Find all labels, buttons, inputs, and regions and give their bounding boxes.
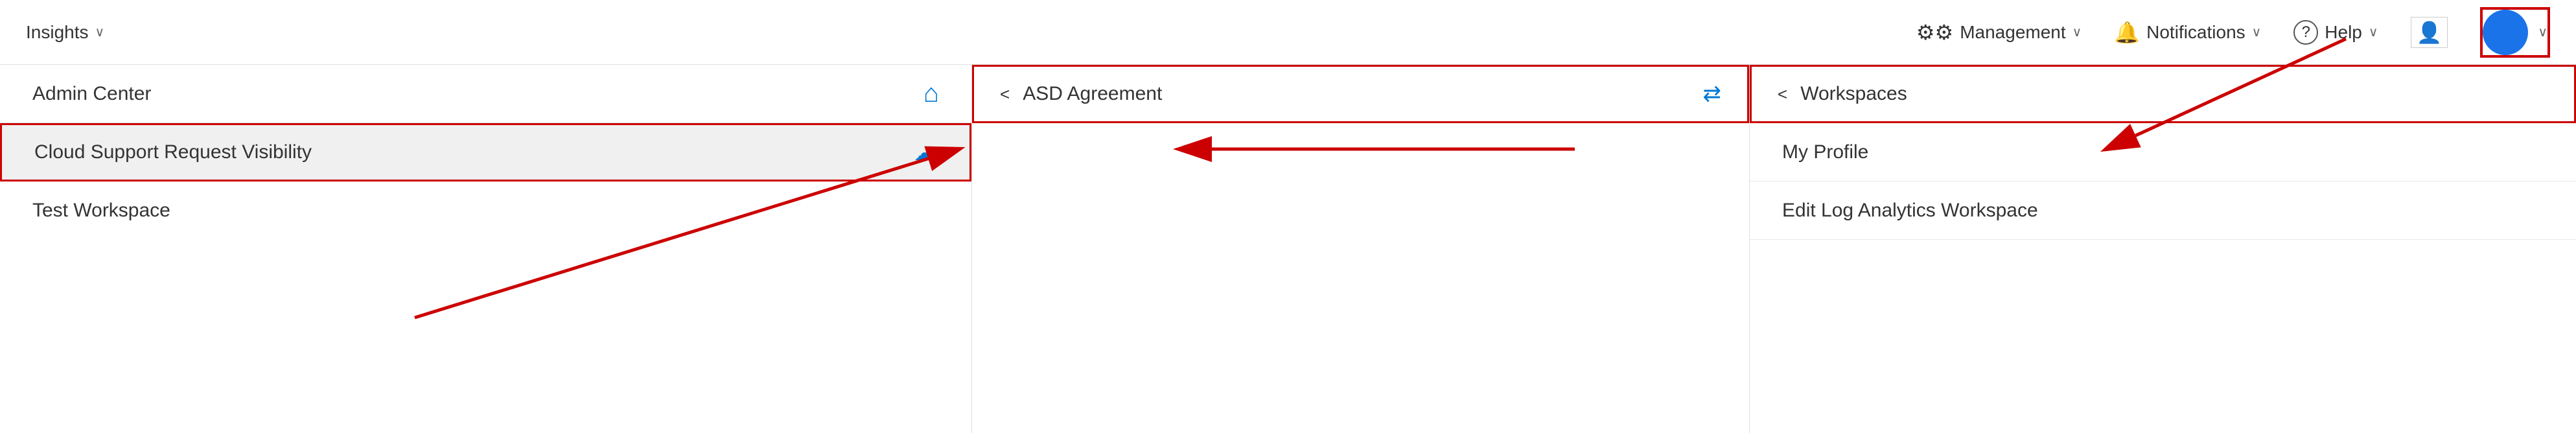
my-profile-label: My Profile xyxy=(1782,141,1868,163)
user-placeholder-icon[interactable]: 👤 xyxy=(2411,17,2448,48)
asd-agreement-header: < ASD Agreement ⇄ xyxy=(972,65,1749,123)
left-panel: Admin Center ⌂ Cloud Support Request Vis… xyxy=(0,65,972,433)
person-icon: 👤 xyxy=(2417,20,2443,45)
help-label: Help xyxy=(2325,22,2362,43)
user-section[interactable]: ∨ xyxy=(2480,7,2550,58)
help-icon: ? xyxy=(2293,20,2318,45)
workspaces-back-chevron-icon[interactable]: < xyxy=(1778,84,1787,104)
edit-log-analytics-nav-item[interactable]: Edit Log Analytics Workspace xyxy=(1750,181,2576,240)
bell-icon: 🔔 xyxy=(2114,20,2140,45)
insights-nav[interactable]: Insights ∨ xyxy=(26,22,104,43)
notifications-nav[interactable]: 🔔 Notifications ∨ xyxy=(2114,20,2261,45)
help-nav[interactable]: ? Help ∨ xyxy=(2293,20,2378,45)
help-chevron-icon: ∨ xyxy=(2369,24,2378,40)
test-workspace-label: Test Workspace xyxy=(32,200,170,222)
avatar xyxy=(2483,10,2528,55)
edit-log-analytics-label: Edit Log Analytics Workspace xyxy=(1782,200,2038,222)
cloud-support-nav-item[interactable]: Cloud Support Request Visibility ☁ xyxy=(0,123,971,181)
test-workspace-nav-item[interactable]: Test Workspace xyxy=(0,181,971,240)
admin-center-header: Admin Center ⌂ xyxy=(0,65,971,123)
notifications-chevron-icon: ∨ xyxy=(2252,24,2262,40)
insights-chevron-icon: ∨ xyxy=(95,24,105,40)
cloud-icon: ☁ xyxy=(914,139,937,166)
user-chevron-icon: ∨ xyxy=(2538,24,2547,40)
gear-icon: ⚙⚙ xyxy=(1916,20,1953,45)
asd-back-chevron-icon[interactable]: < xyxy=(1000,84,1010,104)
management-label: Management xyxy=(1960,22,2065,43)
my-profile-nav-item[interactable]: My Profile xyxy=(1750,123,2576,181)
right-panel: < Workspaces My Profile Edit Log Analyti… xyxy=(1750,65,2576,433)
workspaces-header: < Workspaces xyxy=(1750,65,2576,123)
notifications-label: Notifications xyxy=(2146,22,2245,43)
cloud-support-label: Cloud Support Request Visibility xyxy=(34,141,312,163)
workspaces-title: Workspaces xyxy=(1800,83,1907,105)
asd-agreement-title: ASD Agreement xyxy=(1023,83,1162,105)
management-chevron-icon: ∨ xyxy=(2072,24,2082,40)
management-nav[interactable]: ⚙⚙ Management ∨ xyxy=(1916,20,2082,45)
home-icon[interactable]: ⌂ xyxy=(923,79,939,108)
sync-icon[interactable]: ⇄ xyxy=(1703,81,1722,107)
middle-panel: < ASD Agreement ⇄ xyxy=(972,65,1750,433)
insights-label: Insights xyxy=(26,22,89,43)
admin-center-title: Admin Center xyxy=(32,83,151,105)
